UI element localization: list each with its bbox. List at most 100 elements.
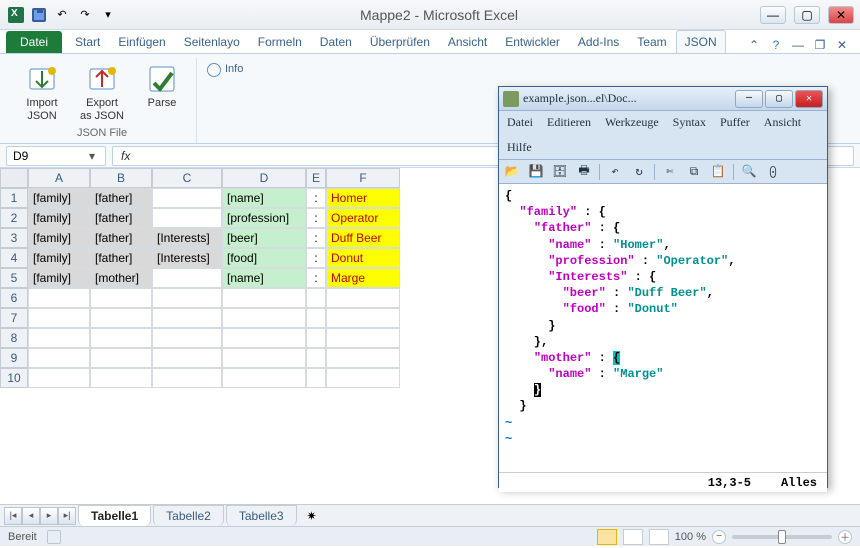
ribbon-tab-start[interactable]: Start xyxy=(66,30,109,53)
editor-close-button[interactable]: ✕ xyxy=(795,90,823,108)
cell[interactable] xyxy=(152,288,222,308)
cell[interactable]: Donut xyxy=(326,248,400,268)
zoom-slider[interactable] xyxy=(732,535,832,539)
cell[interactable] xyxy=(152,368,222,388)
cell[interactable] xyxy=(152,308,222,328)
cell[interactable] xyxy=(222,288,306,308)
row-header[interactable]: 5 xyxy=(0,268,28,288)
editor-text-area[interactable]: { "family" : { "father" : { "name" : "Ho… xyxy=(499,184,827,472)
doc-close-icon[interactable]: ✕ xyxy=(834,37,850,53)
cell[interactable] xyxy=(222,328,306,348)
cell[interactable]: [family] xyxy=(28,248,90,268)
cell[interactable]: : xyxy=(306,248,326,268)
editor-window[interactable]: example.json...el\Doc... — ▢ ✕ DateiEdit… xyxy=(498,86,828,488)
column-header[interactable]: A xyxy=(28,168,90,188)
ribbon-tab-ansicht[interactable]: Ansicht xyxy=(439,30,496,53)
page-break-view-button[interactable] xyxy=(649,529,669,545)
cell[interactable]: [family] xyxy=(28,268,90,288)
ribbon-tab-überprüfen[interactable]: Überprüfen xyxy=(361,30,439,53)
cell[interactable] xyxy=(152,208,222,228)
cell[interactable] xyxy=(28,368,90,388)
sheet-nav-prev-icon[interactable]: ◂ xyxy=(22,507,40,525)
parse-button[interactable]: Parse xyxy=(138,60,186,110)
cell[interactable] xyxy=(222,308,306,328)
undo-icon[interactable]: ↶ xyxy=(52,5,72,25)
editor-menu-item[interactable]: Editieren xyxy=(547,115,591,130)
editor-replace-icon[interactable]: ⨀ xyxy=(764,163,782,181)
cell[interactable]: Homer xyxy=(326,188,400,208)
editor-menu-item[interactable]: Werkzeuge xyxy=(605,115,659,130)
insert-sheet-icon[interactable]: ✷ xyxy=(303,507,321,525)
cell[interactable] xyxy=(90,328,152,348)
cell[interactable] xyxy=(90,308,152,328)
cell[interactable]: [beer] xyxy=(222,228,306,248)
cell[interactable] xyxy=(222,348,306,368)
ribbon-tab-einfügen[interactable]: Einfügen xyxy=(109,30,174,53)
cell[interactable] xyxy=(90,368,152,388)
sheet-nav-last-icon[interactable]: ▸| xyxy=(58,507,76,525)
cell[interactable] xyxy=(326,328,400,348)
cell[interactable] xyxy=(222,368,306,388)
cell[interactable]: [family] xyxy=(28,208,90,228)
editor-open-icon[interactable]: 📂 xyxy=(503,163,521,181)
column-header[interactable]: C xyxy=(152,168,222,188)
ribbon-tab-formeln[interactable]: Formeln xyxy=(249,30,311,53)
cell[interactable]: [father] xyxy=(90,248,152,268)
cell[interactable] xyxy=(326,348,400,368)
editor-maximize-button[interactable]: ▢ xyxy=(765,90,793,108)
cell[interactable] xyxy=(28,328,90,348)
name-box-dropdown-icon[interactable]: ▾ xyxy=(85,149,99,163)
sheet-nav-first-icon[interactable]: |◂ xyxy=(4,507,22,525)
cell[interactable]: [name] xyxy=(222,188,306,208)
editor-paste-icon[interactable]: 📋 xyxy=(709,163,727,181)
cell[interactable]: [Interests] xyxy=(152,228,222,248)
editor-saveall-icon[interactable]: 🗄 xyxy=(551,163,569,181)
row-header[interactable]: 2 xyxy=(0,208,28,228)
editor-find-icon[interactable]: 🔍 xyxy=(740,163,758,181)
editor-cut-icon[interactable]: ✄ xyxy=(661,163,679,181)
editor-save-icon[interactable]: 💾 xyxy=(527,163,545,181)
cell[interactable]: Marge xyxy=(326,268,400,288)
row-header[interactable]: 10 xyxy=(0,368,28,388)
column-header[interactable]: B xyxy=(90,168,152,188)
zoom-level[interactable]: 100 % xyxy=(675,531,706,543)
cell[interactable] xyxy=(28,308,90,328)
page-layout-view-button[interactable] xyxy=(623,529,643,545)
row-header[interactable]: 6 xyxy=(0,288,28,308)
sheet-tab[interactable]: Tabelle1 xyxy=(78,505,151,526)
export-json-button[interactable]: Export as JSON xyxy=(78,60,126,122)
row-header[interactable]: 9 xyxy=(0,348,28,368)
ribbon-tab-json[interactable]: JSON xyxy=(676,30,726,53)
maximize-button[interactable]: ▢ xyxy=(794,6,820,24)
cell[interactable]: [mother] xyxy=(90,268,152,288)
cell[interactable] xyxy=(326,368,400,388)
cell[interactable] xyxy=(306,328,326,348)
cell[interactable]: Operator xyxy=(326,208,400,228)
row-header[interactable]: 3 xyxy=(0,228,28,248)
import-json-button[interactable]: Import JSON xyxy=(18,60,66,122)
info-button[interactable]: Info xyxy=(207,60,249,78)
cell[interactable] xyxy=(152,268,222,288)
cell[interactable]: : xyxy=(306,228,326,248)
save-icon[interactable] xyxy=(29,5,49,25)
editor-minimize-button[interactable]: — xyxy=(735,90,763,108)
macro-record-icon[interactable] xyxy=(47,530,61,544)
cell[interactable] xyxy=(152,328,222,348)
cell[interactable] xyxy=(152,348,222,368)
editor-copy-icon[interactable]: ⧉ xyxy=(685,163,703,181)
cell[interactable] xyxy=(326,308,400,328)
normal-view-button[interactable] xyxy=(597,529,617,545)
collapse-ribbon-icon[interactable]: ⌃ xyxy=(746,37,762,53)
editor-redo-icon[interactable]: ↻ xyxy=(630,163,648,181)
cell[interactable] xyxy=(90,288,152,308)
cell[interactable]: [family] xyxy=(28,188,90,208)
file-tab[interactable]: Datei xyxy=(6,31,62,53)
cell[interactable]: [father] xyxy=(90,188,152,208)
qat-customize-icon[interactable]: ▾ xyxy=(98,5,118,25)
editor-menu-item[interactable]: Hilfe xyxy=(507,140,532,155)
cell[interactable] xyxy=(90,348,152,368)
cell[interactable]: : xyxy=(306,188,326,208)
minimize-button[interactable]: — xyxy=(760,6,786,24)
sheet-nav-next-icon[interactable]: ▸ xyxy=(40,507,58,525)
cell[interactable] xyxy=(326,288,400,308)
